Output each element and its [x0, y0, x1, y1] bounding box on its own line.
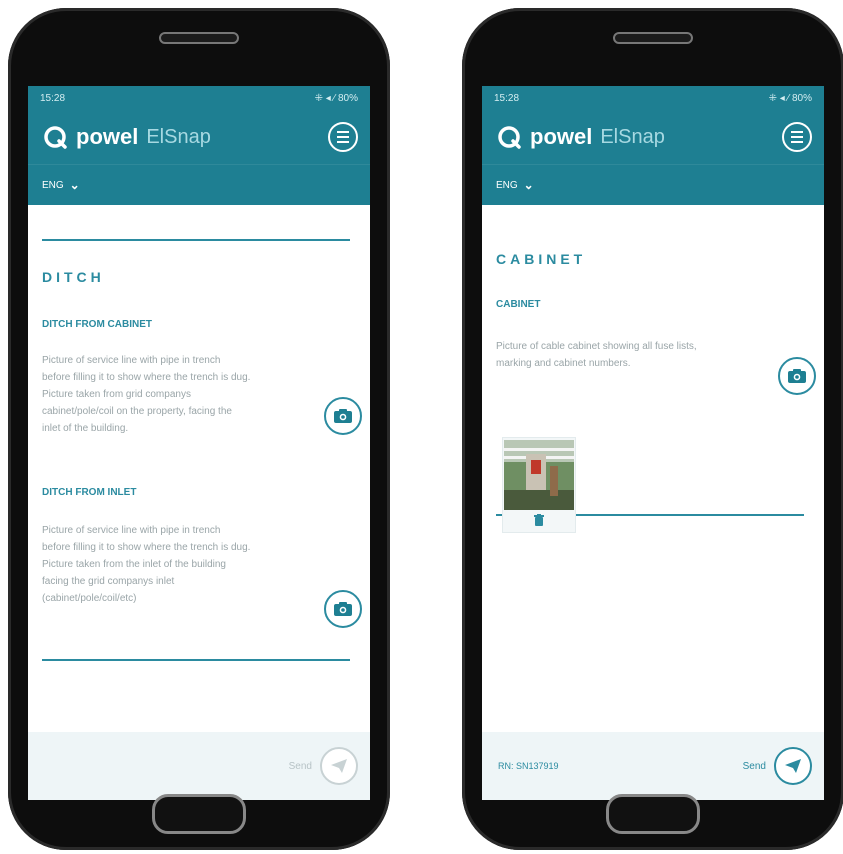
home-button[interactable]: [606, 794, 700, 834]
send-circle: [774, 747, 812, 785]
footer-bar: Send: [28, 732, 370, 800]
desc-line: Picture of service line with pipe in tre…: [42, 355, 221, 366]
footer-bar: RN: SN137919 Send: [482, 732, 824, 800]
item-title-ditch-from-cabinet: DITCH FROM CABINET: [42, 319, 152, 330]
send-button[interactable]: Send: [289, 747, 358, 785]
phone-speaker: [159, 32, 239, 44]
phone-left: 15:28 ⁜ ◂ ⁄ 80% powel ElSnap ENG ⌄ DITCH…: [8, 8, 390, 850]
app-title-row: powel ElSnap: [482, 110, 824, 164]
menu-button[interactable]: [328, 122, 358, 152]
item-description: Picture of cable cabinet showing all fus…: [496, 338, 761, 372]
item-description: Picture of service line with pipe in tre…: [42, 352, 307, 437]
send-label: Send: [288, 760, 312, 772]
paper-plane-icon: [331, 759, 347, 773]
app-brand: powel: [76, 124, 139, 149]
camera-button[interactable]: [324, 590, 362, 628]
section-divider: [42, 659, 350, 661]
desc-line: Picture taken from grid companys: [42, 389, 191, 400]
content-area: DITCH DITCH FROM CABINET Picture of serv…: [28, 239, 370, 661]
menu-icon-bar: [337, 141, 349, 143]
menu-icon: [791, 131, 803, 133]
camera-button[interactable]: [778, 357, 816, 395]
status-bar: 15:28 ⁜ ◂ ⁄ 80%: [28, 86, 370, 110]
send-button[interactable]: Send: [743, 747, 812, 785]
powel-logo-icon: [498, 126, 521, 149]
desc-line: before filling it to show where the tren…: [42, 372, 251, 383]
screen-right: 15:28 ⁜ ◂ ⁄ 80% powel ElSnap ENG ⌄ CABIN…: [482, 86, 824, 800]
reference-number: RN: SN137919: [498, 761, 559, 771]
desc-line: Picture taken from the inlet of the buil…: [42, 559, 226, 570]
camera-icon: [334, 602, 352, 616]
desc-line: Picture of cable cabinet showing all fus…: [496, 341, 697, 352]
menu-icon-bar: [791, 141, 803, 143]
desc-line: cabinet/pole/coil on the property, facin…: [42, 406, 232, 417]
trash-icon[interactable]: [534, 514, 544, 526]
section-title: DITCH: [42, 269, 105, 285]
language-label: ENG: [42, 179, 64, 191]
status-indicators: ⁜ ◂ ⁄ 80%: [314, 92, 358, 104]
photo-thumbnail[interactable]: [502, 437, 576, 533]
screen-left: 15:28 ⁜ ◂ ⁄ 80% powel ElSnap ENG ⌄ DITCH…: [28, 86, 370, 800]
item-title-cabinet: CABINET: [496, 299, 541, 310]
paper-plane-icon: [785, 759, 801, 773]
language-selector[interactable]: ENG ⌄: [482, 164, 824, 205]
app-brand: powel: [530, 124, 593, 149]
menu-icon-bar: [337, 136, 349, 138]
desc-line: before filling it to show where the tren…: [42, 542, 251, 553]
send-label: Send: [742, 760, 766, 772]
menu-icon-bar: [791, 136, 803, 138]
desc-line: inlet of the building.: [42, 423, 129, 434]
status-bar: 15:28 ⁜ ◂ ⁄ 80%: [482, 86, 824, 110]
content-area: CABINET CABINET Picture of cable cabinet…: [482, 251, 824, 533]
desc-line: Picture of service line with pipe in tre…: [42, 525, 221, 536]
camera-icon: [334, 409, 352, 423]
powel-logo-icon: [44, 126, 67, 149]
desc-line: marking and cabinet numbers.: [496, 358, 631, 369]
phone-right: 15:28 ⁜ ◂ ⁄ 80% powel ElSnap ENG ⌄ CABIN…: [462, 8, 843, 850]
section-title: CABINET: [496, 251, 587, 267]
camera-button[interactable]: [324, 397, 362, 435]
item-title-ditch-from-inlet: DITCH FROM INLET: [42, 487, 137, 498]
status-indicators: ⁜ ◂ ⁄ 80%: [768, 92, 812, 104]
menu-button[interactable]: [782, 122, 812, 152]
chevron-down-icon: ⌄: [69, 178, 80, 192]
cabinet-photo[interactable]: [504, 440, 574, 510]
home-button[interactable]: [152, 794, 246, 834]
phone-speaker: [613, 32, 693, 44]
app-product-name: ElSnap: [600, 125, 665, 148]
app-title-row: powel ElSnap: [28, 110, 370, 164]
status-time: 15:28: [494, 92, 520, 104]
cabinet-photo-image: [504, 440, 574, 510]
language-label: ENG: [496, 179, 518, 191]
camera-icon: [788, 369, 806, 383]
app-product-name: ElSnap: [146, 125, 211, 148]
desc-line: facing the grid companys inlet: [42, 576, 175, 587]
status-time: 15:28: [40, 92, 66, 104]
send-circle: [320, 747, 358, 785]
item-description: Picture of service line with pipe in tre…: [42, 522, 307, 607]
desc-line: (cabinet/pole/coil/etc): [42, 593, 137, 604]
language-selector[interactable]: ENG ⌄: [28, 164, 370, 205]
section-divider: [42, 239, 350, 241]
chevron-down-icon: ⌄: [523, 178, 534, 192]
menu-icon: [337, 131, 349, 133]
app-header: 15:28 ⁜ ◂ ⁄ 80% powel ElSnap ENG ⌄: [28, 86, 370, 205]
app-header: 15:28 ⁜ ◂ ⁄ 80% powel ElSnap ENG ⌄: [482, 86, 824, 205]
